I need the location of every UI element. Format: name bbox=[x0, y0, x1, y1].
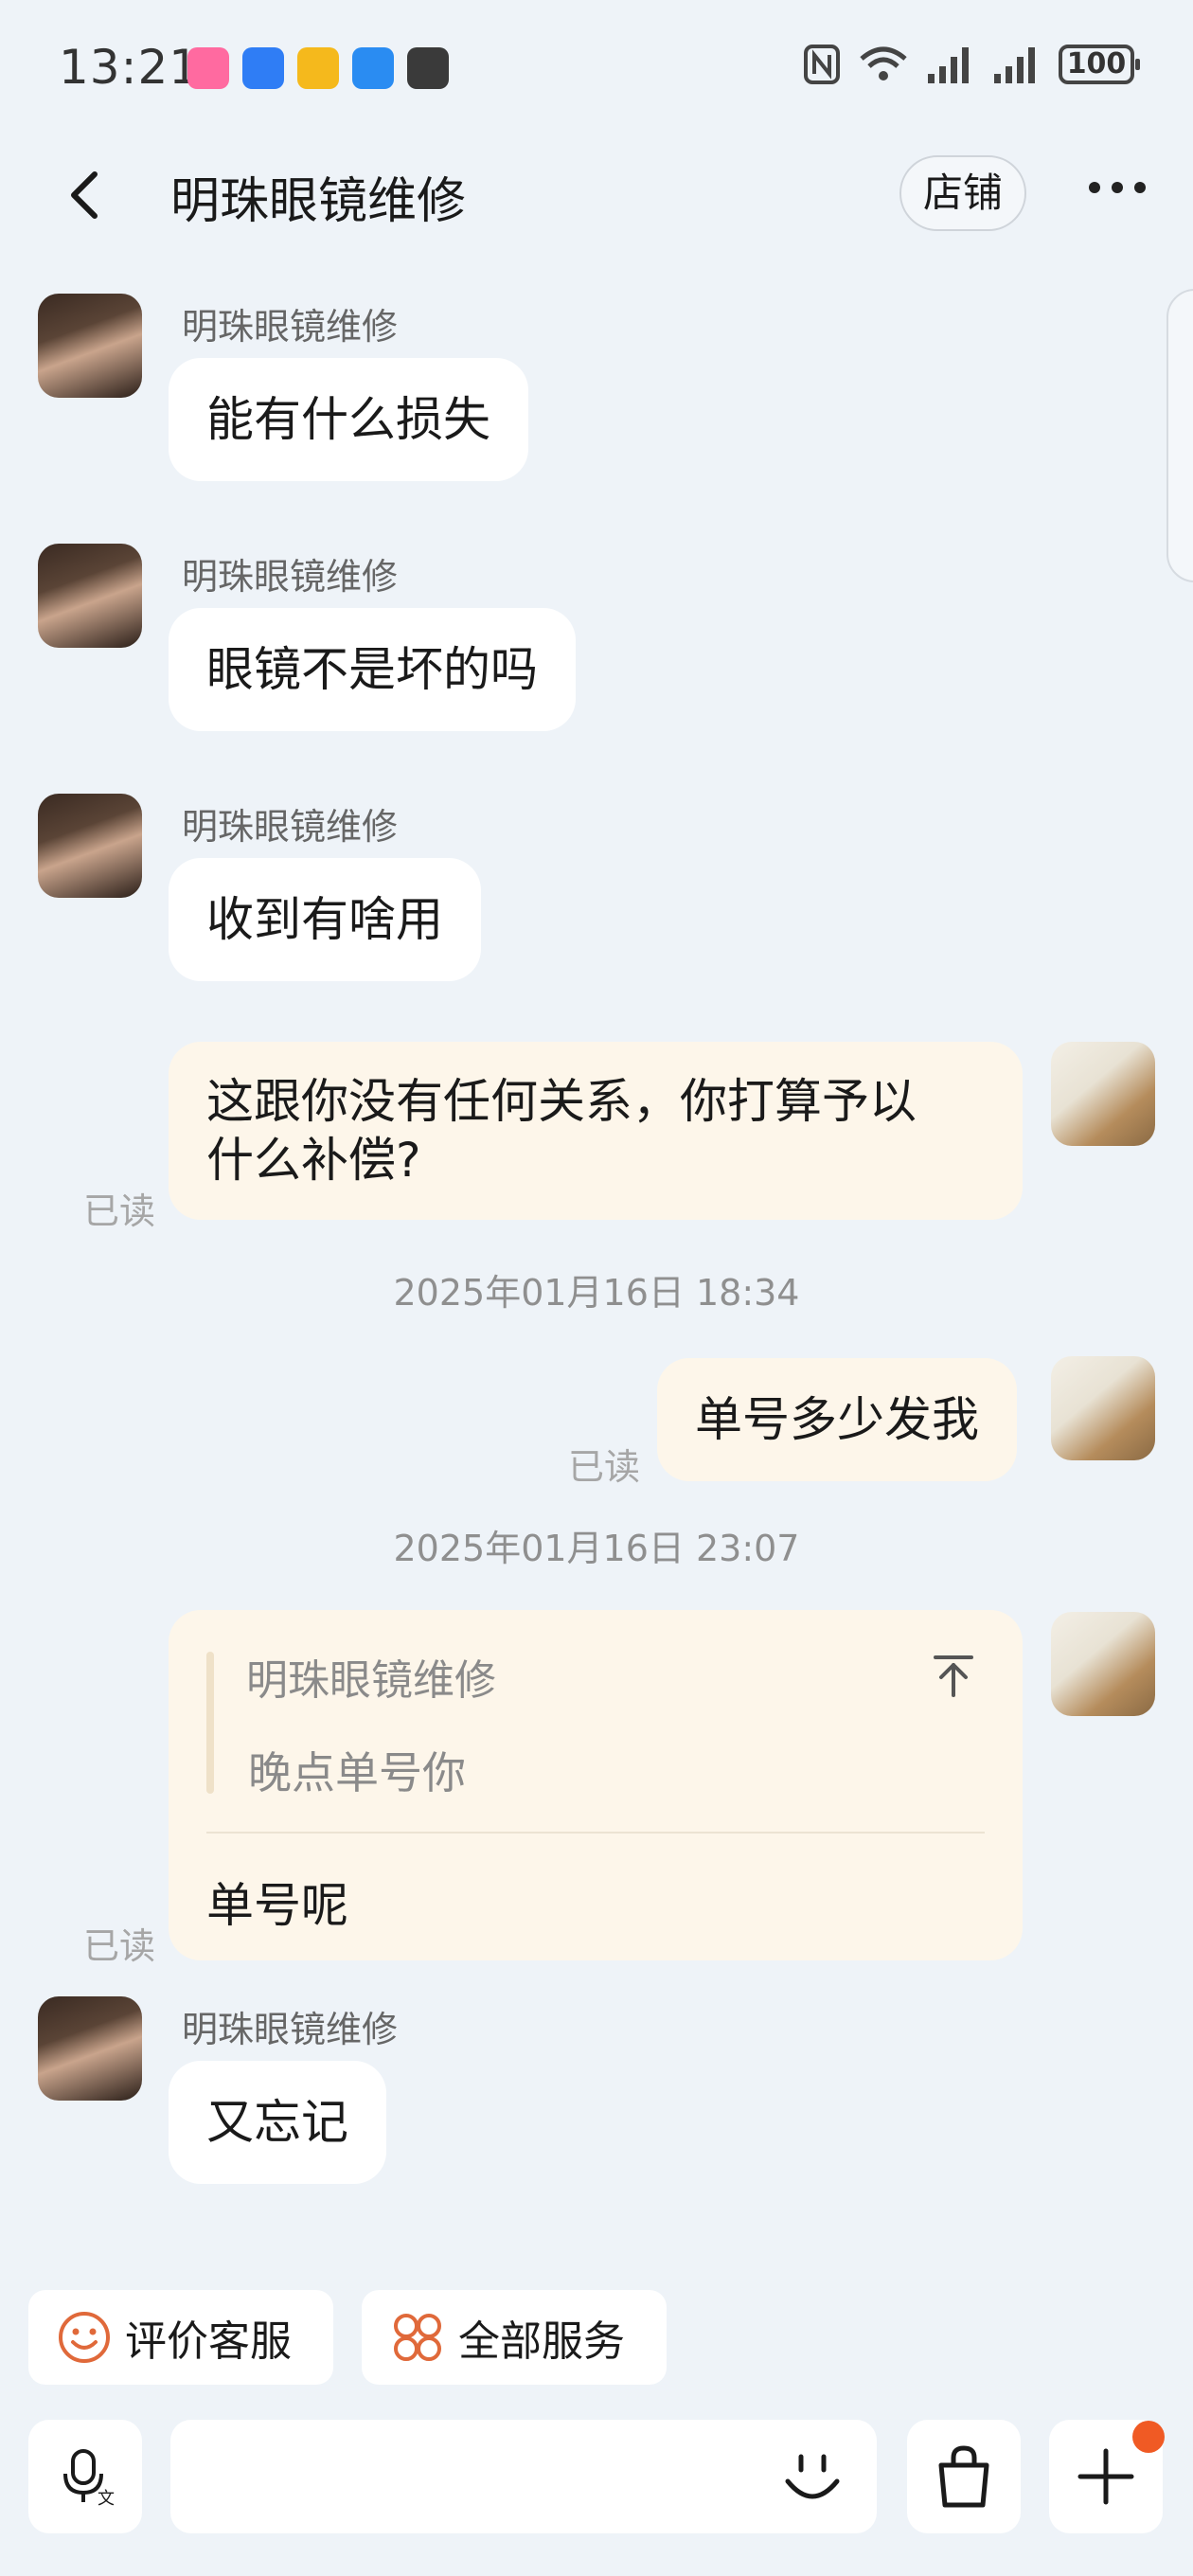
status-time: 13:21 bbox=[59, 40, 201, 95]
chat-header: 明珠眼镜维修 店铺 bbox=[0, 133, 1193, 256]
back-button[interactable] bbox=[59, 167, 116, 224]
incoming-message[interactable]: 收到有啥用 bbox=[169, 858, 481, 981]
microphone-icon: 文 bbox=[63, 2449, 115, 2508]
more-options-button[interactable] bbox=[1089, 182, 1146, 193]
sender-name: 明珠眼镜维修 bbox=[182, 556, 399, 598]
user-avatar[interactable] bbox=[1051, 1356, 1155, 1460]
svg-text:文: 文 bbox=[98, 2489, 115, 2508]
plus-icon bbox=[1077, 2448, 1134, 2505]
more-dot-icon bbox=[1112, 182, 1123, 193]
shop-avatar[interactable] bbox=[38, 544, 142, 648]
incoming-message[interactable]: 又忘记 bbox=[169, 2061, 386, 2184]
game-app-icon bbox=[407, 47, 449, 89]
sender-name: 明珠眼镜维修 bbox=[182, 806, 399, 848]
read-status: 已读 bbox=[83, 1190, 156, 1232]
nfc-icon bbox=[804, 45, 840, 84]
user-avatar[interactable] bbox=[1051, 1612, 1155, 1716]
mail-app-icon bbox=[297, 47, 339, 89]
status-bar: 13:21 100 bbox=[0, 0, 1193, 133]
quote-bar bbox=[206, 1652, 214, 1794]
signal-icon bbox=[928, 47, 969, 83]
message-timestamp: 2025年01月16日 23:07 bbox=[393, 1528, 800, 1569]
read-status: 已读 bbox=[568, 1446, 641, 1488]
message-app-icon bbox=[352, 47, 394, 89]
all-services-button[interactable]: 全部服务 bbox=[362, 2290, 667, 2385]
rate-service-label: 评价客服 bbox=[125, 2317, 292, 2366]
smiley-icon bbox=[59, 2312, 110, 2363]
voice-input-button[interactable]: 文 bbox=[28, 2420, 142, 2533]
quote-text: 晚点单号你 bbox=[248, 1747, 466, 1798]
outgoing-message[interactable]: 这跟你没有任何关系，你打算予以 什么补偿? bbox=[169, 1042, 1023, 1220]
quote-divider bbox=[206, 1832, 985, 1834]
sender-name: 明珠眼镜维修 bbox=[182, 306, 399, 348]
sender-name: 明珠眼镜维修 bbox=[182, 2009, 399, 2050]
incoming-message[interactable]: 能有什么损失 bbox=[169, 358, 528, 481]
message-text-line: 这跟你没有任何关系，你打算予以 bbox=[206, 1074, 917, 1129]
message-input[interactable] bbox=[170, 2420, 877, 2533]
incoming-message[interactable]: 眼镜不是坏的吗 bbox=[169, 608, 576, 731]
side-drawer-handle[interactable] bbox=[1166, 289, 1193, 582]
shop-avatar[interactable] bbox=[38, 294, 142, 398]
emoji-button[interactable] bbox=[778, 2443, 846, 2512]
more-dot-icon bbox=[1089, 182, 1100, 193]
shop-button[interactable]: 店铺 bbox=[899, 155, 1026, 231]
shop-avatar[interactable] bbox=[38, 1996, 142, 2101]
more-dot-icon bbox=[1134, 182, 1146, 193]
all-services-label: 全部服务 bbox=[458, 2317, 625, 2366]
battery-icon: 100 bbox=[1059, 45, 1140, 84]
notification-icons bbox=[187, 47, 449, 89]
bilibili-app-icon bbox=[187, 47, 229, 89]
read-status: 已读 bbox=[83, 1925, 156, 1967]
voice-app-icon bbox=[242, 47, 284, 89]
jump-to-top-icon[interactable] bbox=[930, 1652, 977, 1699]
outgoing-message[interactable]: 单号多少发我 bbox=[657, 1358, 1017, 1481]
notification-dot bbox=[1132, 2421, 1165, 2453]
page-title: 明珠眼镜维修 bbox=[170, 173, 467, 230]
shop-avatar[interactable] bbox=[38, 794, 142, 898]
wifi-icon bbox=[860, 46, 907, 80]
message-timestamp: 2025年01月16日 18:34 bbox=[393, 1272, 800, 1314]
quote-sender: 明珠眼镜维修 bbox=[246, 1656, 496, 1705]
message-text-line: 什么补偿? bbox=[206, 1133, 421, 1188]
outgoing-quoted-message[interactable]: 明珠眼镜维修 晚点单号你 单号呢 bbox=[169, 1610, 1023, 1960]
system-icons: 100 bbox=[803, 44, 1140, 85]
shopping-bag-icon bbox=[938, 2445, 989, 2508]
message-text: 单号呢 bbox=[206, 1878, 348, 1933]
grid-icon bbox=[394, 2314, 441, 2361]
user-avatar[interactable] bbox=[1051, 1042, 1155, 1146]
rate-service-button[interactable]: 评价客服 bbox=[28, 2290, 333, 2385]
orders-button[interactable] bbox=[907, 2420, 1021, 2533]
signal-icon-2 bbox=[994, 47, 1035, 83]
